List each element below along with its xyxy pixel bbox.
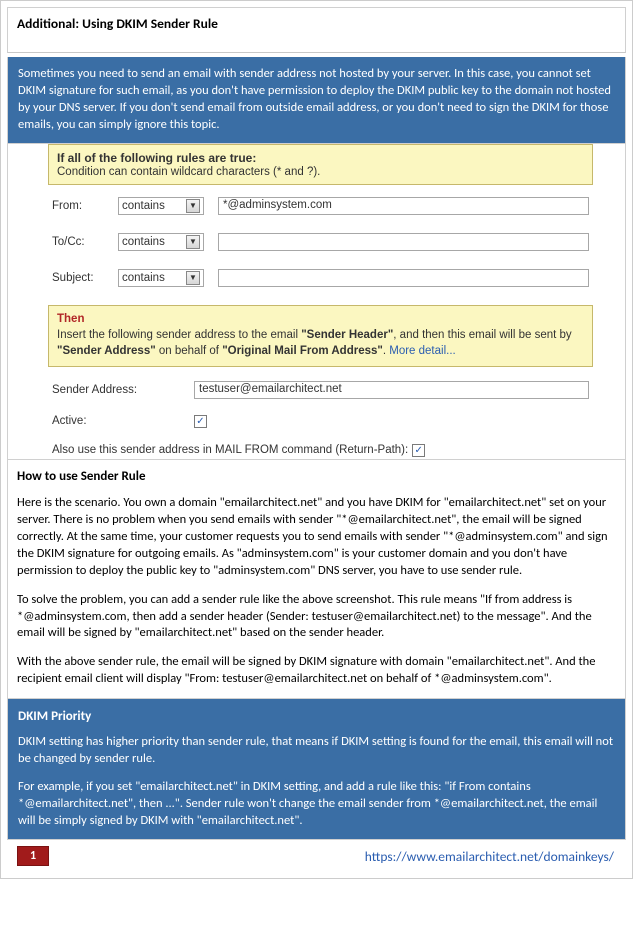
rule-condition-title: If all of the following rules are true: bbox=[57, 151, 584, 165]
footer-link[interactable]: https://www.emailarchitect.net/domainkey… bbox=[365, 848, 614, 865]
then-text-b: , and then this email will be sent by bbox=[393, 329, 571, 341]
tocc-operator-select[interactable]: contains ▼ bbox=[118, 233, 204, 251]
howto-title: How to use Sender Rule bbox=[17, 468, 616, 486]
check-icon: ✓ bbox=[415, 445, 423, 456]
page-number-badge: 1 bbox=[17, 846, 49, 866]
sender-address-input[interactable]: testuser@emailarchitect.net bbox=[194, 381, 589, 399]
tocc-row: To/Cc: contains ▼ bbox=[52, 233, 589, 251]
also-text: Also use this sender address in MAIL FRO… bbox=[52, 444, 408, 456]
then-title: Then bbox=[57, 311, 584, 327]
page-container: Additional: Using DKIM Sender Rule Somet… bbox=[0, 0, 633, 879]
from-operator-select[interactable]: contains ▼ bbox=[118, 197, 204, 215]
active-label: Active: bbox=[52, 415, 180, 427]
chevron-down-icon: ▼ bbox=[186, 235, 200, 249]
tocc-label: To/Cc: bbox=[52, 236, 104, 248]
subject-operator-value: contains bbox=[122, 272, 165, 284]
from-label: From: bbox=[52, 200, 104, 212]
chevron-down-icon: ▼ bbox=[186, 271, 200, 285]
also-row: Also use this sender address in MAIL FRO… bbox=[52, 444, 589, 459]
title-panel: Additional: Using DKIM Sender Rule bbox=[7, 7, 626, 53]
priority-title: DKIM Priority bbox=[18, 708, 615, 726]
priority-p2: For example, if you set "emailarchitect.… bbox=[18, 779, 615, 830]
priority-panel: DKIM Priority DKIM setting has higher pr… bbox=[7, 699, 626, 840]
intro-text: Sometimes you need to send an email with… bbox=[18, 66, 615, 134]
subject-label: Subject: bbox=[52, 272, 104, 284]
intro-panel: Sometimes you need to send an email with… bbox=[7, 57, 626, 144]
subject-value-input[interactable] bbox=[218, 269, 589, 287]
subject-row: Subject: contains ▼ bbox=[52, 269, 589, 287]
howto-section: How to use Sender Rule Here is the scena… bbox=[7, 460, 626, 699]
then-text-c: on behalf of bbox=[156, 345, 223, 357]
then-hl-c: "Original Mail From Address" bbox=[222, 345, 383, 357]
sender-row: Sender Address: testuser@emailarchitect.… bbox=[52, 381, 589, 399]
tocc-operator-value: contains bbox=[122, 236, 165, 248]
howto-p3: With the above sender rule, the email wi… bbox=[17, 654, 616, 688]
footer: 1 https://www.emailarchitect.net/domaink… bbox=[7, 840, 626, 872]
rule-condition-sub: Condition can contain wildcard character… bbox=[57, 166, 584, 178]
active-row: Active: ✓ bbox=[52, 415, 589, 428]
more-detail-link[interactable]: More detail... bbox=[389, 345, 455, 357]
then-text-a: Insert the following sender address to t… bbox=[57, 329, 301, 341]
howto-p1: Here is the scenario. You own a domain "… bbox=[17, 495, 616, 579]
rule-condition-header: If all of the following rules are true: … bbox=[48, 144, 593, 185]
then-hl-a: "Sender Header" bbox=[301, 329, 393, 341]
subject-operator-select[interactable]: contains ▼ bbox=[118, 269, 204, 287]
from-value-input[interactable]: *@adminsystem.com bbox=[218, 197, 589, 215]
tocc-value-input[interactable] bbox=[218, 233, 589, 251]
howto-p2: To solve the problem, you can add a send… bbox=[17, 592, 616, 643]
from-operator-value: contains bbox=[122, 200, 165, 212]
page-title: Additional: Using DKIM Sender Rule bbox=[17, 15, 616, 32]
sender-address-label: Sender Address: bbox=[52, 384, 180, 396]
active-checkbox[interactable]: ✓ bbox=[194, 415, 207, 428]
priority-p1: DKIM setting has higher priority than se… bbox=[18, 734, 615, 768]
check-icon: ✓ bbox=[196, 416, 204, 427]
then-hl-b: "Sender Address" bbox=[57, 345, 156, 357]
then-box: Then Insert the following sender address… bbox=[48, 305, 593, 367]
rule-form: If all of the following rules are true: … bbox=[7, 144, 626, 460]
from-row: From: contains ▼ *@adminsystem.com bbox=[52, 197, 589, 215]
chevron-down-icon: ▼ bbox=[186, 199, 200, 213]
also-checkbox[interactable]: ✓ bbox=[412, 444, 425, 457]
